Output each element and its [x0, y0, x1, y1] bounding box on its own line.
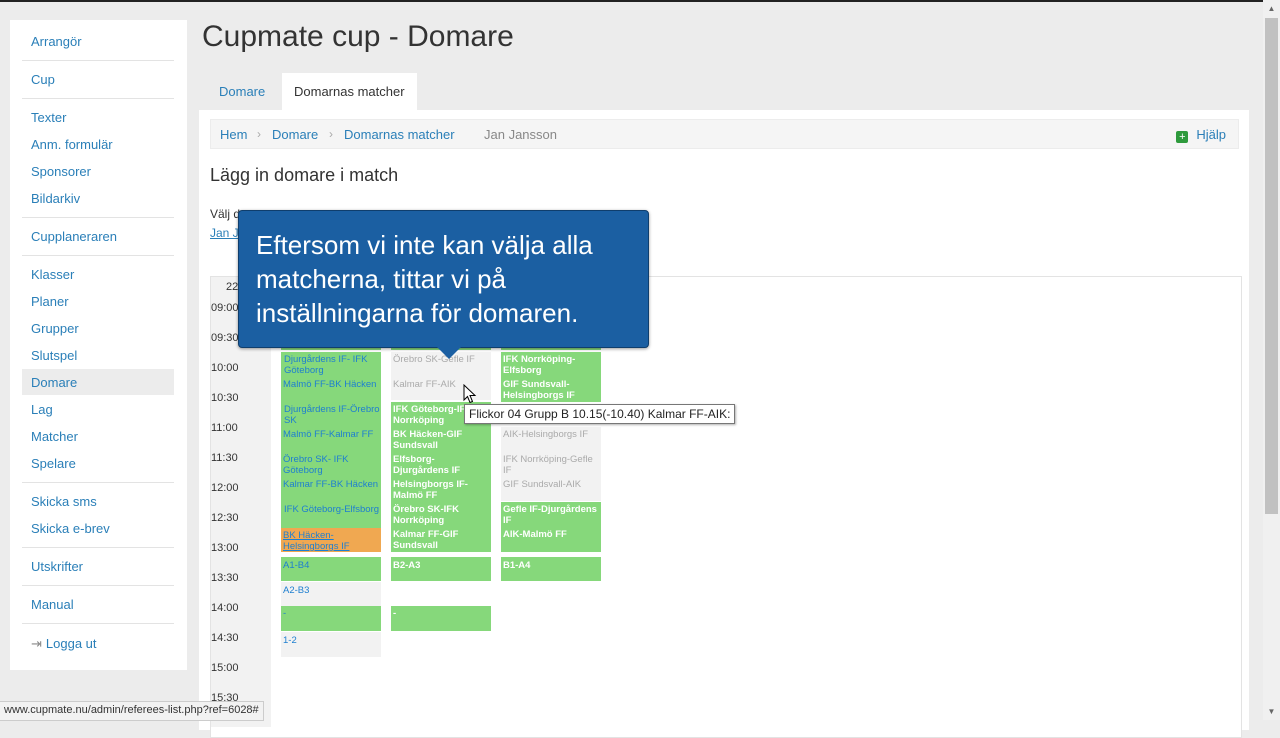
callout-pointer — [437, 347, 461, 359]
time-label: 11:30 — [211, 452, 238, 464]
calendar-date-header: 22 — [226, 281, 239, 293]
sidebar-item-grupper[interactable]: Grupper — [31, 321, 79, 336]
breadcrumb-domarnas-matcher[interactable]: Domarnas matcher — [344, 127, 455, 142]
sidebar-item-sponsorer[interactable]: Sponsorer — [31, 164, 91, 179]
match-event-unavailable[interactable]: AIK-Helsingborgs IF — [503, 429, 599, 440]
logout-icon: ⇥ — [31, 636, 42, 651]
match-event[interactable]: A1-B4 — [281, 557, 381, 581]
time-label: 09:30 — [211, 332, 239, 344]
sidebar: Arrangör Cup Texter Anm. formulär Sponso… — [10, 20, 187, 670]
sidebar-divider — [22, 60, 174, 61]
breadcrumb-separator: › — [257, 127, 261, 141]
sidebar-divider — [22, 98, 174, 99]
match-event[interactable]: - — [391, 606, 491, 631]
time-label: 12:00 — [211, 482, 239, 494]
breadcrumb: Hem › Domare › Domarnas matcher Jan Jans… — [210, 119, 1239, 149]
time-label: 10:00 — [211, 362, 239, 374]
tutorial-callout: Eftersom vi inte kan välja alla matchern… — [238, 210, 649, 359]
time-label: 09:00 — [211, 302, 239, 314]
match-event[interactable]: - — [281, 606, 381, 631]
scroll-up-arrow-icon[interactable]: ▲ — [1263, 0, 1280, 17]
sidebar-divider — [22, 217, 174, 218]
time-label: 13:00 — [211, 542, 239, 554]
match-event[interactable]: A2-B3 — [281, 582, 381, 606]
match-tooltip: Flickor 04 Grupp B 10.15(-10.40) Kalmar … — [464, 404, 736, 424]
match-event-unavailable[interactable]: IFK Norrköping-Gefle IF — [503, 454, 599, 476]
match-event[interactable]: Helsingborgs IF-Malmö FF — [393, 479, 489, 501]
match-event[interactable]: Örebro SK- IFK Göteborg — [283, 454, 379, 476]
time-label: 14:00 — [211, 602, 239, 614]
match-event[interactable]: Djurgårdens IF-Örebro SK — [284, 404, 380, 426]
sidebar-item-bildarkiv[interactable]: Bildarkiv — [31, 191, 80, 206]
page-scrollbar[interactable]: ▲ ▼ — [1263, 0, 1280, 720]
mouse-pointer-icon — [463, 384, 477, 404]
time-label: 13:30 — [211, 572, 239, 584]
match-event[interactable]: Malmö FF-Kalmar FF — [283, 429, 379, 440]
logout-link[interactable]: ⇥ Logga ut — [31, 636, 97, 652]
sidebar-divider — [22, 482, 174, 483]
help-label: Hjälp — [1196, 127, 1226, 142]
breadcrumb-home[interactable]: Hem — [220, 127, 247, 142]
match-event[interactable]: Djurgårdens IF- IFK Göteborg — [284, 354, 380, 376]
sidebar-item-cupplaneraren[interactable]: Cupplaneraren — [31, 229, 117, 244]
match-event[interactable]: B1-A4 — [501, 557, 601, 581]
sidebar-item-utskrifter[interactable]: Utskrifter — [31, 559, 83, 574]
time-label: 15:00 — [211, 662, 239, 674]
browser-status-bar: www.cupmate.nu/admin/referees-list.php?r… — [0, 701, 264, 721]
time-label: 10:30 — [211, 392, 239, 404]
match-event-unavailable[interactable]: GIF Sundsvall-AIK — [503, 479, 599, 490]
help-link[interactable]: + Hjälp — [1176, 127, 1226, 143]
sidebar-item-domare[interactable]: Domare — [31, 375, 77, 390]
match-event[interactable]: BK Häcken-GIF Sundsvall — [393, 429, 489, 451]
sidebar-divider — [22, 623, 174, 624]
match-event[interactable]: IFK Norrköping-Elfsborg — [503, 354, 599, 376]
sidebar-item-skicka-ebrev[interactable]: Skicka e-brev — [31, 521, 110, 536]
sidebar-item-matcher[interactable]: Matcher — [31, 429, 78, 444]
sidebar-item-cup[interactable]: Cup — [31, 72, 55, 87]
sidebar-item-spelare[interactable]: Spelare — [31, 456, 76, 471]
tab-domare[interactable]: Domare — [207, 73, 277, 110]
time-label: 11:00 — [211, 422, 238, 434]
logout-label: Logga ut — [45, 636, 97, 651]
page-title: Cupmate cup - Domare — [202, 20, 514, 53]
breadcrumb-current: Jan Jansson — [484, 127, 557, 142]
scroll-down-arrow-icon[interactable]: ▼ — [1263, 703, 1280, 720]
callout-text: Eftersom vi inte kan välja alla matchern… — [256, 230, 593, 328]
match-event[interactable]: Malmö FF-BK Häcken — [283, 379, 379, 390]
sidebar-divider — [22, 255, 174, 256]
match-event[interactable]: 1-2 — [281, 632, 381, 657]
match-event[interactable]: GIF Sundsvall-Helsingborgs IF — [503, 379, 599, 401]
sidebar-divider — [22, 585, 174, 586]
match-event[interactable]: Gefle IF-Djurgårdens IF — [503, 504, 599, 526]
match-event[interactable]: Kalmar FF-GIF Sundsvall — [393, 529, 489, 551]
sidebar-item-texter[interactable]: Texter — [31, 110, 66, 125]
sidebar-item-anm-formular[interactable]: Anm. formulär — [31, 137, 113, 152]
match-event[interactable]: B2-A3 — [391, 557, 491, 581]
sidebar-item-skicka-sms[interactable]: Skicka sms — [31, 494, 97, 509]
tab-domarnas-matcher[interactable]: Domarnas matcher — [282, 73, 417, 110]
section-heading: Lägg in domare i match — [210, 165, 399, 185]
sidebar-item-lag[interactable]: Lag — [31, 402, 53, 417]
help-plus-icon: + — [1176, 131, 1189, 143]
choose-referee-text: Välj d — [210, 207, 241, 221]
match-event[interactable]: Örebro SK-IFK Norrköping — [393, 504, 489, 526]
sidebar-divider — [22, 547, 174, 548]
breadcrumb-separator: › — [329, 127, 333, 141]
sidebar-item-klasser[interactable]: Klasser — [31, 267, 74, 282]
match-event[interactable]: IFK Göteborg-Elfsborg — [284, 504, 380, 515]
time-label: 14:30 — [211, 632, 239, 644]
match-event[interactable]: Elfsborg-Djurgårdens IF — [393, 454, 489, 476]
match-event[interactable]: Kalmar FF-BK Häcken — [283, 479, 379, 490]
scrollbar-thumb[interactable] — [1265, 18, 1278, 514]
time-label: 12:30 — [211, 512, 239, 524]
breadcrumb-domare[interactable]: Domare — [272, 127, 318, 142]
match-event-selected[interactable]: BK Häcken-Helsingborgs IF — [281, 528, 381, 552]
sidebar-item-arrangor[interactable]: Arrangör — [31, 34, 82, 49]
match-event[interactable]: AIK-Malmö FF — [503, 529, 599, 540]
sidebar-item-manual[interactable]: Manual — [31, 597, 74, 612]
sidebar-item-slutspel[interactable]: Slutspel — [31, 348, 77, 363]
sidebar-item-planer[interactable]: Planer — [31, 294, 69, 309]
window-top-border — [0, 0, 1280, 2]
